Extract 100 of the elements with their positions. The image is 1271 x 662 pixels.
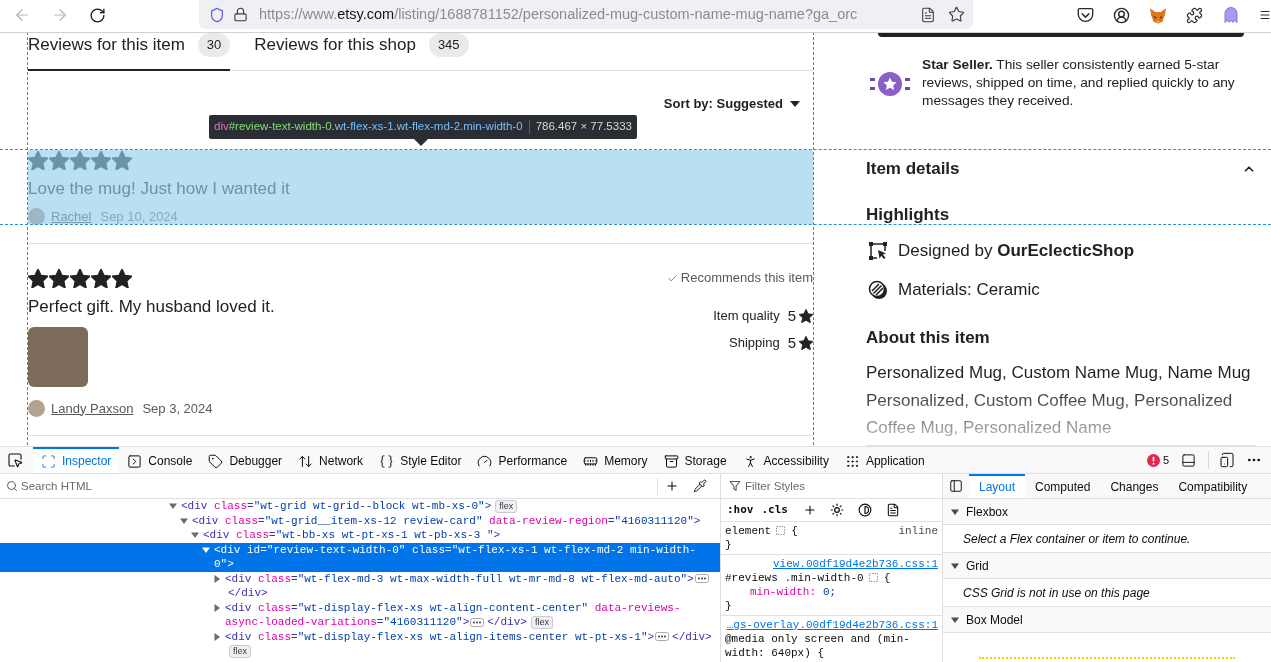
star-icon <box>112 268 132 288</box>
tag-icon <box>208 453 224 469</box>
error-icon[interactable] <box>1146 453 1160 467</box>
item-details-toggle[interactable]: Item details <box>866 158 1256 180</box>
disclosure-triangle-icon <box>951 615 959 624</box>
element-size: 786.467 × 77.5333 <box>535 119 632 135</box>
about-heading: About this item <box>866 327 991 349</box>
dotted-square-icon[interactable] <box>776 526 786 535</box>
devtools-tab[interactable]: Accessibility <box>734 447 837 473</box>
star-icon <box>91 150 111 170</box>
css-property[interactable]: min-width: <box>750 586 816 598</box>
markup-node[interactable]: <div class="wt-display-flex-xs wt-align-items-center wt-pt-xs-1"> </div> flex <box>0 629 720 659</box>
star-icon <box>91 268 111 288</box>
scan-frame-icon <box>41 453 56 469</box>
disclosure-triangle-icon[interactable] <box>213 632 221 641</box>
ellipsis-icon[interactable] <box>655 632 670 642</box>
pick-element-icon[interactable] <box>7 452 23 468</box>
section-header[interactable]: Grid <box>943 553 1271 579</box>
css-selector[interactable]: @media only screen and (min-width: 640px) { <box>725 632 938 660</box>
disclosure-triangle-icon[interactable] <box>169 502 177 511</box>
sidebar-tab[interactable]: Layout <box>969 474 1026 498</box>
star-icon <box>28 150 48 170</box>
review-count: 30 <box>197 33 231 57</box>
star-icon <box>799 336 813 350</box>
contrast-icon[interactable] <box>858 503 872 517</box>
reader-view-icon[interactable] <box>920 6 936 23</box>
review-count: 345 <box>428 33 469 57</box>
reload-icon[interactable] <box>89 6 106 24</box>
split-panel-icon[interactable] <box>1181 452 1196 468</box>
disclosure-triangle-icon[interactable] <box>213 603 221 612</box>
filter-styles-field[interactable]: Filter Styles <box>745 474 935 498</box>
ellipsis-icon[interactable] <box>694 574 709 584</box>
disclosure-triangle-icon[interactable] <box>213 574 221 583</box>
css-selector[interactable]: #reviews .min-width-0 <box>725 571 864 585</box>
sort-dropdown[interactable]: Sort by: Suggested <box>663 94 800 114</box>
sidebar-tab[interactable]: Compatibility <box>1168 474 1258 498</box>
disclosure-triangle-icon[interactable] <box>191 531 199 540</box>
devtools-tab[interactable]: Storage <box>655 447 735 473</box>
address-bar[interactable]: https://www.etsy.com/listing/1688781152/personalized-mug-custom-name-mug-name?ga_orc <box>199 0 973 29</box>
sun-icon[interactable] <box>830 503 844 517</box>
devtools-tab[interactable]: Network <box>290 447 372 473</box>
reviews-tab[interactable]: Reviews for this shop 345 <box>254 33 469 71</box>
account-icon[interactable] <box>1113 6 1130 24</box>
devtools-tab[interactable]: Inspector <box>33 447 120 473</box>
reviews-tab[interactable]: Reviews for this item 30 <box>28 33 231 71</box>
disclosure-triangle-icon[interactable] <box>202 545 210 554</box>
reviewer-link[interactable]: Landy Paxson <box>51 400 134 416</box>
plus-icon[interactable] <box>803 503 817 517</box>
display-badge[interactable]: flex <box>530 615 553 629</box>
devtools-tab[interactable]: Memory <box>575 447 656 473</box>
display-badge[interactable]: flex <box>495 499 518 513</box>
puzzle-piece-icon[interactable] <box>1186 6 1203 24</box>
sidebar-tab[interactable]: Computed <box>1025 474 1101 498</box>
striped-circle-icon <box>868 280 888 300</box>
css-value[interactable]: 0; <box>823 586 837 598</box>
shield-icon[interactable] <box>209 6 225 23</box>
lock-icon[interactable] <box>233 7 248 22</box>
dotted-square-icon[interactable] <box>868 573 878 582</box>
section-header[interactable]: Box Model <box>943 607 1271 633</box>
search-field[interactable]: Search HTML <box>21 474 657 498</box>
ellipsis-icon[interactable] <box>470 617 485 627</box>
design-cursor-icon <box>868 241 888 261</box>
document-icon[interactable] <box>886 503 900 517</box>
markup-node[interactable]: <div class="wt-grid wt-grid--block wt-mb-xs-0"> flex <box>0 499 720 514</box>
stylesheet-link[interactable]: …gs-overlay.00df19d4e2b736.css:1 <box>726 618 938 632</box>
rating-value: 5 <box>787 332 796 353</box>
bookmark-star-icon[interactable] <box>948 6 965 23</box>
eyedropper-icon[interactable] <box>693 479 707 493</box>
sidebar-toggle-icon[interactable] <box>949 479 963 493</box>
ghost-icon[interactable] <box>1222 6 1240 24</box>
markup-node[interactable]: <div class="wt-flex-md-3 wt-max-width-full wt-mr-md-8 wt-flex-md-auto"> </div> <box>0 571 720 601</box>
disclosure-triangle-icon[interactable] <box>180 516 188 525</box>
markup-node[interactable]: <div class="wt-bb-xs wt-pt-xs-1 wt-pb-xs-3 "> <box>0 528 720 543</box>
markup-node[interactable]: <div id="review-text-width-0" class="wt-flex-xs-1 wt-flex-md-2 min-width-0"> <box>0 542 720 572</box>
devtools-tab[interactable]: Style Editor <box>371 447 470 473</box>
star-icon <box>49 268 69 288</box>
devices-icon[interactable] <box>1219 452 1235 468</box>
fox-head-icon[interactable] <box>1149 6 1167 24</box>
markup-node[interactable]: <div class="wt-display-flex-xs wt-align-content-center" data-reviews-async-loaded-variations="4160311120"> </div> flex <box>0 600 720 630</box>
star-seller-text: Star Seller. This seller consistently earned 5-star reviews, shipped on time, and replied quickly to any messages they received. <box>922 56 1236 110</box>
section-header[interactable]: Flexbox <box>943 499 1271 525</box>
sidebar-tab[interactable]: Changes <box>1100 474 1169 498</box>
review-text: Perfect gift. My husband loved it. <box>28 296 276 318</box>
css-selector[interactable]: element <box>725 524 772 538</box>
star-icon <box>799 309 813 323</box>
pseudo-toggle-button[interactable]: .cls <box>758 501 791 519</box>
devtools-tab[interactable]: Debugger <box>200 447 291 473</box>
plus-icon[interactable] <box>665 479 679 493</box>
section-message: Select a Flex container or item to continue. <box>963 530 1191 548</box>
chevron-tray-icon[interactable] <box>1077 7 1094 23</box>
display-badge[interactable]: flex <box>229 644 251 658</box>
pseudo-toggle-button[interactable]: :hov <box>724 501 757 519</box>
devtools-tab[interactable]: Application <box>836 447 933 473</box>
disclosure-triangle-icon <box>951 561 959 570</box>
markup-node[interactable]: <div class="wt-grid__item-xs-12 review-card" data-review-region="4160311120"> <box>0 513 720 528</box>
devtools-tab[interactable]: Console <box>119 447 201 473</box>
error-count[interactable]: 5 <box>1162 451 1169 469</box>
devtools-tab[interactable]: Performance <box>469 447 576 473</box>
stylesheet-link[interactable]: view.00df19d4e2b736.css:1 <box>772 557 938 571</box>
open-brace: { <box>791 525 798 537</box>
